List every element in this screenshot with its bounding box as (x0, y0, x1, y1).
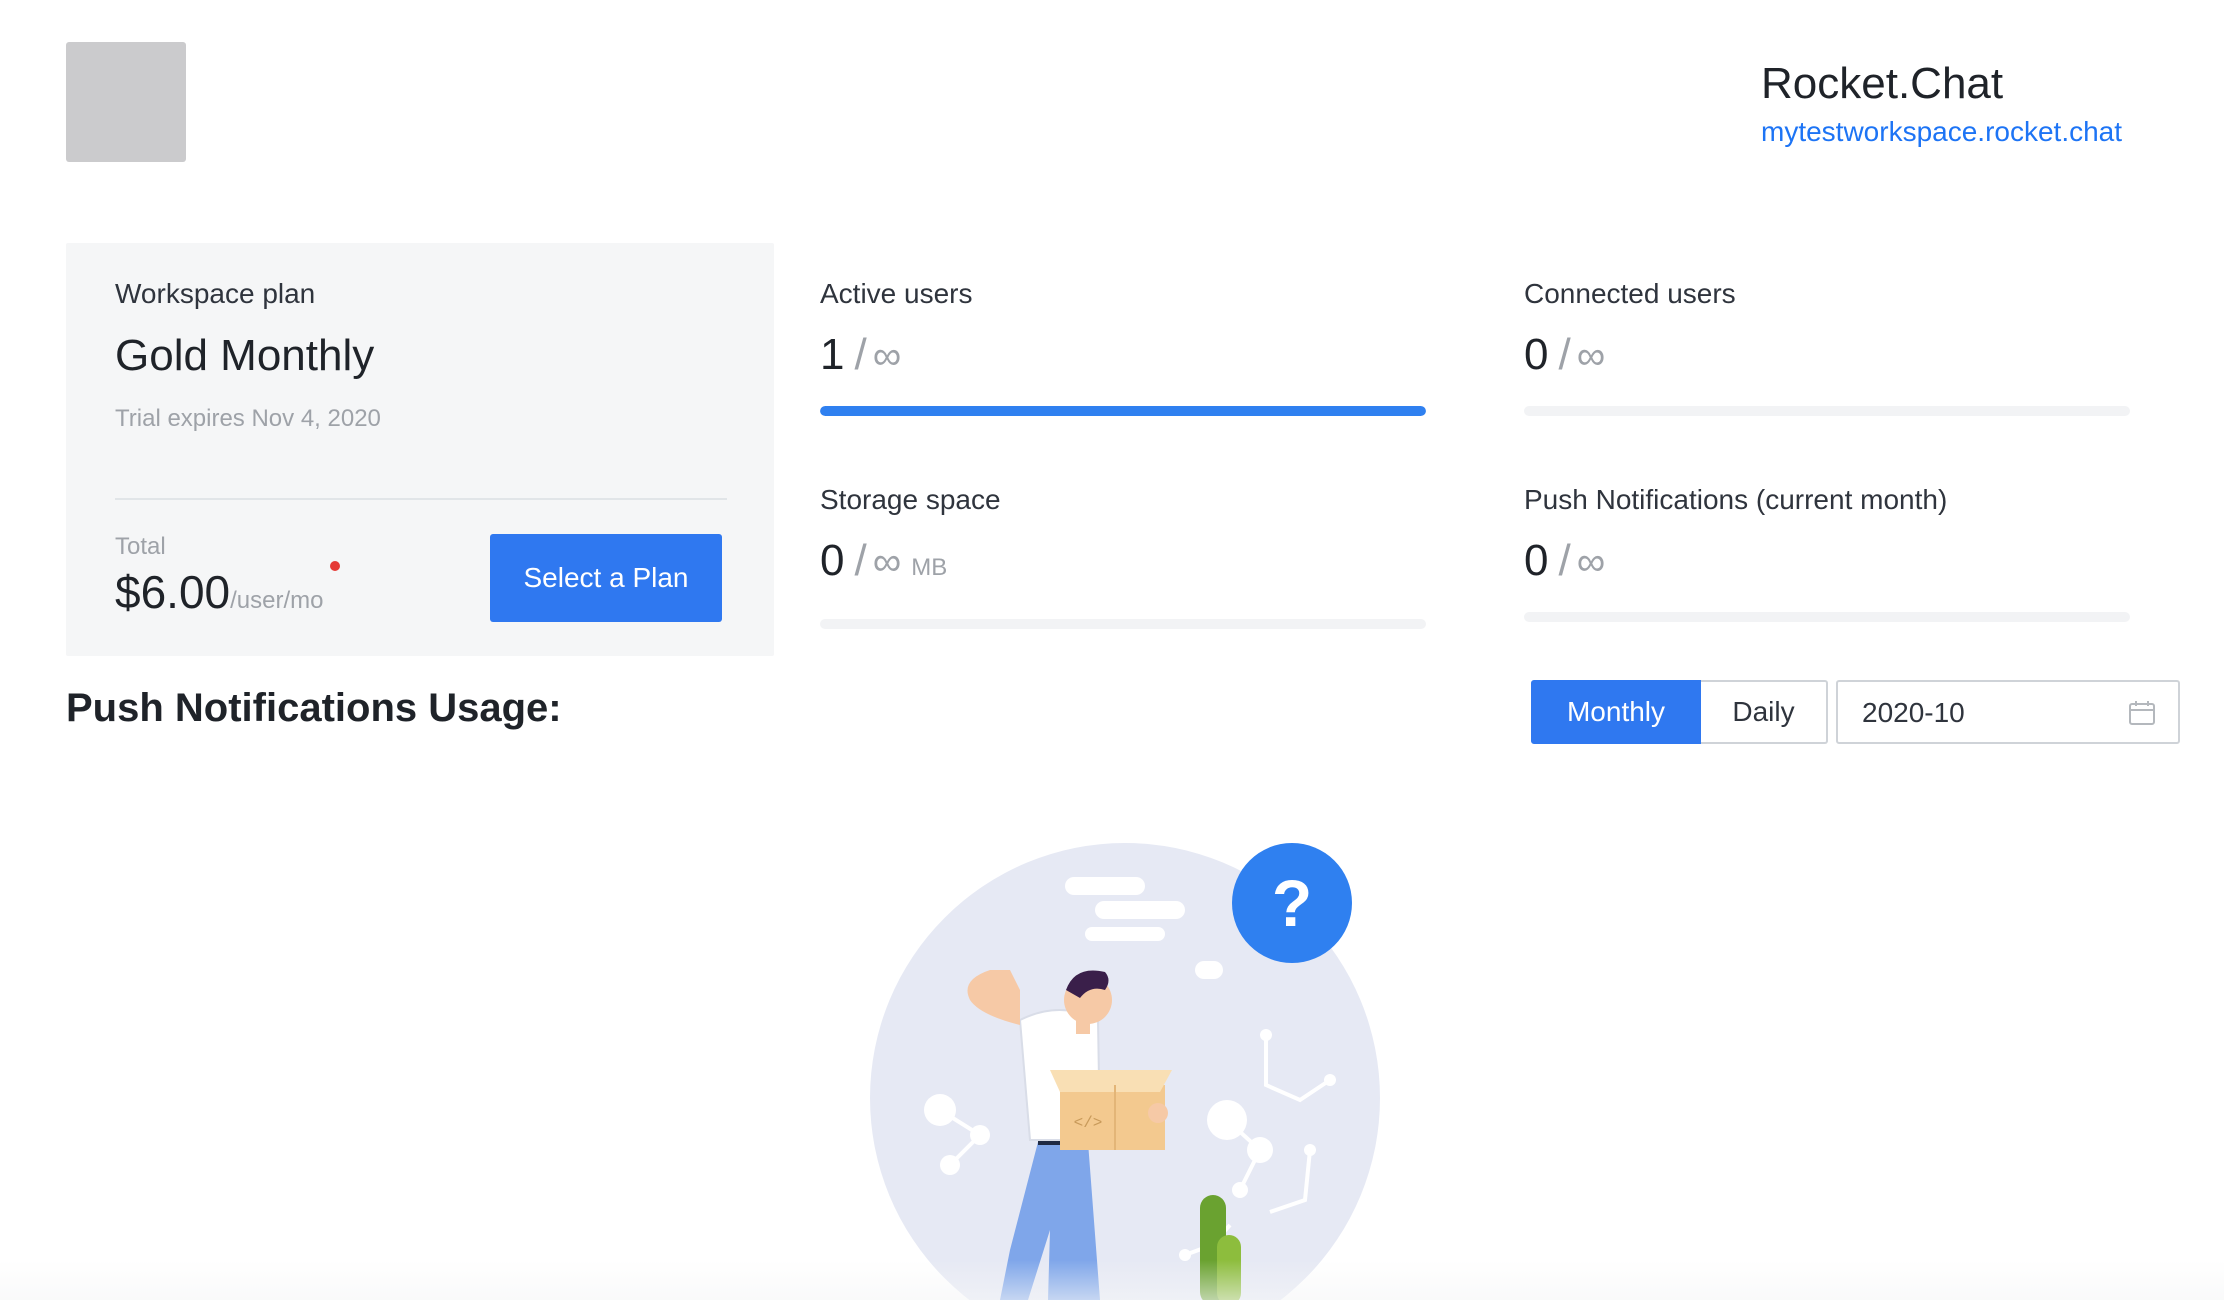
progress-bar-push-notifications (1524, 612, 2130, 622)
empty-state-illustration: ? </> (870, 843, 1380, 1300)
daily-button[interactable]: Daily (1701, 680, 1828, 744)
box: </> (1050, 1070, 1172, 1150)
infinity-icon: ∞ (872, 334, 902, 378)
stat-label: Storage space (820, 484, 1001, 515)
select-plan-button[interactable]: Select a Plan (490, 534, 722, 622)
stat-label: Active users (820, 278, 973, 309)
stat-push-notifications: Push Notifications (current month) 0/∞ (1524, 484, 1947, 586)
stat-label: Push Notifications (current month) (1524, 484, 1948, 515)
workspace-logo (66, 42, 186, 162)
infinity-icon: ∞ (1576, 540, 1606, 584)
progress-fill (820, 406, 1426, 416)
infinity-icon: ∞ (1576, 334, 1606, 378)
divider (115, 498, 727, 500)
stat-connected-users: Connected users 0/∞ (1524, 278, 1736, 380)
stat-value: 1/∞ (820, 330, 973, 380)
workspace-plan-card: Workspace plan Gold Monthly Trial expire… (66, 243, 774, 656)
price-unit: /user/mo (230, 587, 324, 614)
progress-bar-connected-users (1524, 406, 2130, 416)
plan-label: Workspace plan (115, 278, 316, 309)
month-input[interactable] (1860, 694, 2124, 732)
question-mark-glyph: ? (1272, 866, 1312, 940)
stat-active-users: Active users 1/∞ (820, 278, 973, 380)
section-title: Push Notifications Usage: (66, 686, 562, 730)
stat-value: 0/∞ (1524, 536, 1947, 586)
stat-unit: MB (911, 554, 948, 581)
stat-number: 1 (820, 330, 845, 379)
stat-separator: / (854, 330, 867, 379)
infinity-icon: ∞ (872, 540, 902, 584)
org-name: Rocket.Chat (1761, 59, 2004, 108)
stat-separator: / (1558, 330, 1571, 379)
workspace-url-link[interactable]: mytestworkspace.rocket.chat (1761, 112, 2122, 152)
stat-number: 0 (1524, 536, 1549, 585)
calendar-icon[interactable] (2128, 700, 2156, 726)
stat-number: 0 (1524, 330, 1549, 379)
price-amount: $6.00 (115, 566, 231, 618)
period-toggle: Monthly Daily (1531, 680, 1828, 744)
total-label: Total (115, 533, 166, 560)
stat-label: Connected users (1524, 278, 1736, 309)
alert-dot-icon (330, 561, 340, 571)
month-picker[interactable] (1836, 680, 2180, 744)
plant-stem (1217, 1235, 1241, 1300)
trial-expiry-text: Trial expires Nov 4, 2020 (115, 405, 381, 432)
org-info: Rocket.Chat mytestworkspace.rocket.chat (1761, 56, 2122, 152)
stat-storage-space: Storage space 0/∞ MB (820, 484, 1001, 586)
stat-value: 0/∞ MB (820, 536, 1001, 586)
box-code-glyph: </> (1074, 1114, 1103, 1132)
stat-separator: / (854, 536, 867, 585)
plan-name: Gold Monthly (115, 331, 375, 380)
progress-bar-storage-space (820, 619, 1426, 629)
monthly-button[interactable]: Monthly (1531, 680, 1701, 744)
stat-separator: / (1558, 536, 1571, 585)
stat-value: 0/∞ (1524, 330, 1736, 380)
progress-bar-active-users (820, 406, 1426, 416)
price: $6.00/user/mo (115, 565, 324, 619)
stat-number: 0 (820, 536, 845, 585)
